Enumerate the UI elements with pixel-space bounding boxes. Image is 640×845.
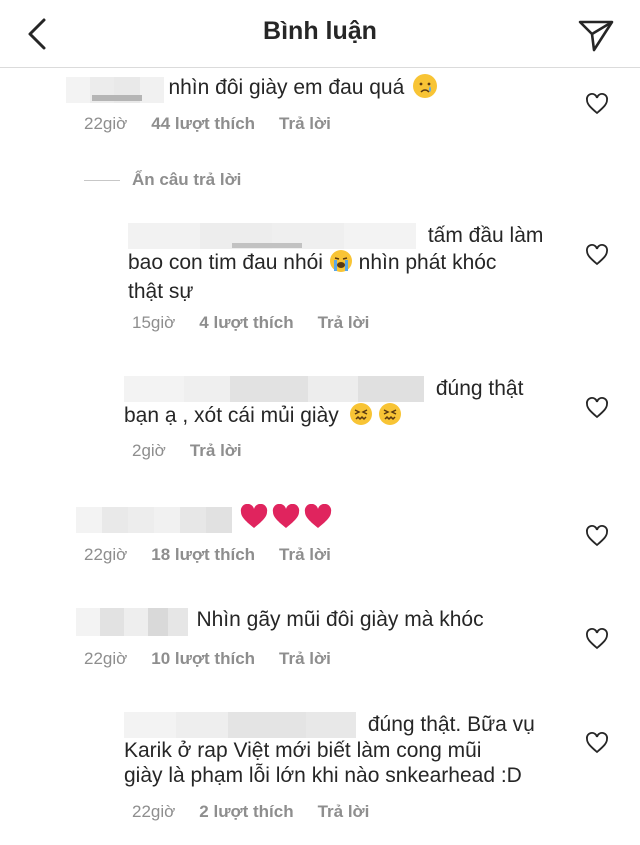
comment-text: thật sự: [128, 280, 194, 303]
username-blurred[interactable]: [124, 712, 356, 739]
username-blurred[interactable]: [76, 607, 188, 636]
send-direct-icon[interactable]: [576, 14, 616, 54]
comment-text: Nhìn gãy mũi đôi giày mà khóc: [196, 608, 484, 631]
comment-text: đúng thật. Bữa vụ: [367, 713, 535, 736]
reply-comment: đúng thật. Bữa vụ Karik ở rap Việt mới b…: [124, 712, 574, 788]
comment-meta: 2giờ Trả lời: [132, 441, 266, 461]
red-heart-emoji: [240, 503, 332, 535]
username-blurred[interactable]: [66, 76, 164, 103]
comment-time: 22giờ: [84, 545, 128, 564]
page-title: Bình luận: [263, 17, 377, 45]
likes-count[interactable]: 2 lượt thích: [199, 802, 293, 821]
reply-comment: đúng thật bạn ạ , xót cái mủi giày: [124, 376, 564, 432]
comment-time: 2giờ: [132, 441, 166, 460]
like-heart-icon[interactable]: [585, 396, 609, 420]
likes-count[interactable]: 44 lượt thích: [151, 114, 255, 133]
like-heart-icon[interactable]: [585, 524, 609, 548]
reply-comment: tấm đầu làm bao con tim đau nhói nhìn ph…: [128, 223, 568, 304]
comment-text: Karik ở rap Việt mới biết làm cong mũi: [124, 739, 482, 762]
comment-meta: 22giờ 18 lượt thích Trả lời: [84, 545, 355, 565]
reply-button[interactable]: Trả lời: [279, 649, 331, 668]
comment-meta: 15giờ 4 lượt thích Trả lời: [132, 313, 393, 333]
comment-time: 22giờ: [84, 114, 128, 133]
reply-button[interactable]: Trả lời: [318, 313, 370, 332]
comment: Nhìn gãy mũi đôi giày mà khóc: [76, 607, 576, 636]
comment-meta: 22giờ 10 lượt thích Trả lời: [84, 649, 355, 669]
confounded-face-emoji: [349, 402, 373, 432]
reply-button[interactable]: Trả lời: [279, 545, 331, 564]
likes-count[interactable]: 10 lượt thích: [151, 649, 255, 668]
username-blurred[interactable]: [124, 376, 424, 403]
comment: nhìn đôi giày em đau quá: [66, 74, 566, 103]
hide-replies-label: Ẩn câu trả lời: [132, 170, 242, 189]
likes-count[interactable]: 4 lượt thích: [199, 313, 293, 332]
comment-text: bao con tim đau nhói: [128, 251, 323, 274]
comment: [76, 503, 576, 535]
divider-line: [84, 180, 120, 182]
crying-face-emoji: [412, 74, 437, 98]
comment-meta: 22giờ 2 lượt thích Trả lời: [132, 802, 393, 822]
comment-time: 22giờ: [84, 649, 128, 668]
comment-text: tấm đầu làm: [427, 224, 544, 247]
reply-button[interactable]: Trả lời: [279, 114, 331, 133]
likes-count[interactable]: 18 lượt thích: [151, 545, 255, 564]
comment-meta: 22giờ 44 lượt thích Trả lời: [84, 114, 355, 134]
comment-text: bạn ạ , xót cái mủi giày: [124, 404, 339, 427]
like-heart-icon[interactable]: [585, 731, 609, 755]
comment-text: đúng thật: [435, 377, 524, 400]
comment-text: nhìn phát khóc: [358, 251, 497, 274]
comment-text: giày là phạm lỗi lớn khi nào snkearhead …: [124, 764, 522, 787]
hide-replies-button[interactable]: Ẩn câu trả lời: [84, 170, 241, 190]
comment-time: 15giờ: [132, 313, 176, 332]
header-bar: Bình luận: [0, 0, 640, 68]
like-heart-icon[interactable]: [585, 92, 609, 116]
reply-button[interactable]: Trả lời: [318, 802, 370, 821]
username-blurred[interactable]: [128, 223, 416, 250]
like-heart-icon[interactable]: [585, 627, 609, 651]
reply-button[interactable]: Trả lời: [190, 441, 242, 460]
comment-time: 22giờ: [132, 802, 176, 821]
username-blurred[interactable]: [76, 506, 232, 533]
comment-text-line: tấm đầu làm: [128, 223, 568, 250]
loudly-crying-emoji: [329, 249, 353, 279]
confounded-face-emoji: [378, 402, 402, 432]
comment-text: nhìn đôi giày em đau quá: [168, 76, 405, 99]
like-heart-icon[interactable]: [585, 243, 609, 267]
